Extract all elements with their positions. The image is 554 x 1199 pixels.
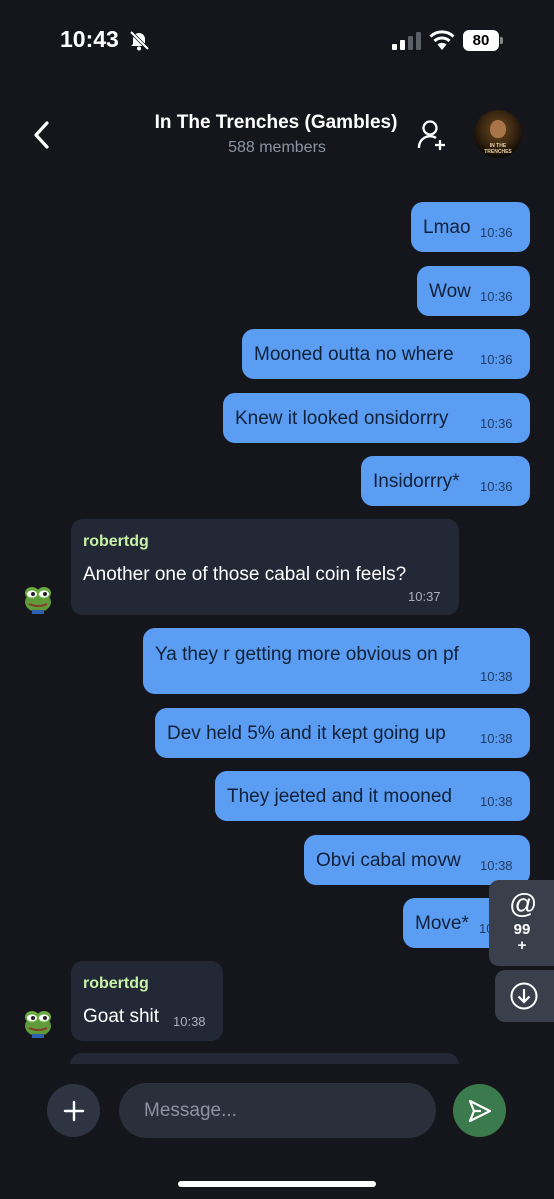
message-text: Lmao <box>423 217 471 238</box>
message-time: 10:38 <box>480 794 513 809</box>
message-bubble-outgoing[interactable]: They jeeted and it mooned 10:38 <box>215 771 530 821</box>
message-time: 10:36 <box>480 479 513 494</box>
send-icon <box>468 1099 492 1122</box>
at-icon: @ <box>509 888 538 919</box>
sender-name[interactable]: robertdg <box>83 975 149 993</box>
message-bubble-outgoing[interactable]: Insidorrry* 10:36 <box>361 456 530 506</box>
mention-count: 99 + <box>507 922 537 954</box>
user-avatar[interactable] <box>22 582 54 614</box>
message-bubble-outgoing[interactable]: Wow 10:36 <box>417 266 530 316</box>
plus-icon <box>63 1100 84 1121</box>
mentions-button[interactable]: @ 99 + <box>489 880 554 966</box>
message-time: 10:36 <box>480 352 513 367</box>
message-bubble-outgoing[interactable]: Obvi cabal movw 10:38 <box>304 835 530 885</box>
group-title-text: In The Trenches (Gambles) <box>154 112 398 133</box>
home-indicator[interactable] <box>178 1181 376 1187</box>
message-bubble-outgoing[interactable]: Mooned outta no where 10:36 <box>242 329 530 379</box>
send-button[interactable] <box>453 1084 506 1137</box>
message-text: Dev held 5% and it kept going up <box>167 723 446 744</box>
bell-muted-icon <box>129 30 150 51</box>
message-text: Move* <box>415 913 469 934</box>
message-text: Goat shit <box>83 1006 160 1027</box>
message-bubble-outgoing[interactable]: Knew it looked onsidorrry 10:36 <box>223 393 530 443</box>
message-time: 10:37 <box>408 589 441 604</box>
message-time: 10:38 <box>480 858 513 873</box>
group-avatar-logo-text: IN THE TRENCHES <box>484 143 512 155</box>
message-time: 10:38 <box>480 731 513 746</box>
message-bubble-outgoing[interactable]: Dev held 5% and it kept going up 10:38 <box>155 708 530 758</box>
message-bubble-incoming[interactable]: robertdg Another one of those cabal coin… <box>71 519 459 615</box>
message-time: 10:38 <box>480 669 513 684</box>
battery-level: 80 <box>463 30 499 51</box>
message-text: Mooned outta no where <box>254 344 454 365</box>
message-bubble-outgoing[interactable]: Ya they r getting more obvious on pf 10:… <box>143 628 530 694</box>
group-avatar[interactable]: IN THE TRENCHES <box>474 110 522 158</box>
signal-icon <box>392 32 421 50</box>
mention-count-plus: + <box>517 937 527 954</box>
scroll-to-bottom-button[interactable] <box>495 970 554 1022</box>
message-time: 10:38 <box>173 1014 206 1029</box>
battery-icon: 80 <box>463 30 503 51</box>
message-text: Ya they r getting more obvious on pf <box>155 644 459 665</box>
message-text: They jeeted and it mooned <box>227 786 452 807</box>
member-count: 588 members <box>228 139 326 156</box>
group-title[interactable]: In The Trenches (Gambles) <box>0 112 554 134</box>
message-time: 10:36 <box>480 416 513 431</box>
message-bubble-outgoing[interactable]: Lmao 10:36 <box>411 202 530 252</box>
message-text: Knew it looked onsidorrry <box>235 408 449 429</box>
arrow-down-circle-icon <box>510 982 538 1010</box>
message-text: Obvi cabal movw <box>316 850 461 871</box>
message-text: Wow <box>429 281 471 302</box>
message-bubble-incoming[interactable]: robertdg Goat shit 10:38 <box>71 961 223 1041</box>
add-member-icon[interactable] <box>416 118 448 152</box>
user-avatar[interactable] <box>22 1006 54 1038</box>
message-text: Another one of those cabal coin feels? <box>83 564 407 585</box>
sender-name[interactable]: robertdg <box>83 533 149 551</box>
message-text: Insidorrry* <box>373 471 460 492</box>
wifi-icon <box>429 30 455 50</box>
mention-count-number: 99 <box>513 921 531 938</box>
attach-button[interactable] <box>47 1084 100 1137</box>
message-input[interactable] <box>119 1083 436 1138</box>
message-time: 10:36 <box>480 225 513 240</box>
status-bar: 10:43 80 <box>0 0 554 80</box>
clock: 10:43 <box>60 26 119 52</box>
message-time: 10:36 <box>480 289 513 304</box>
